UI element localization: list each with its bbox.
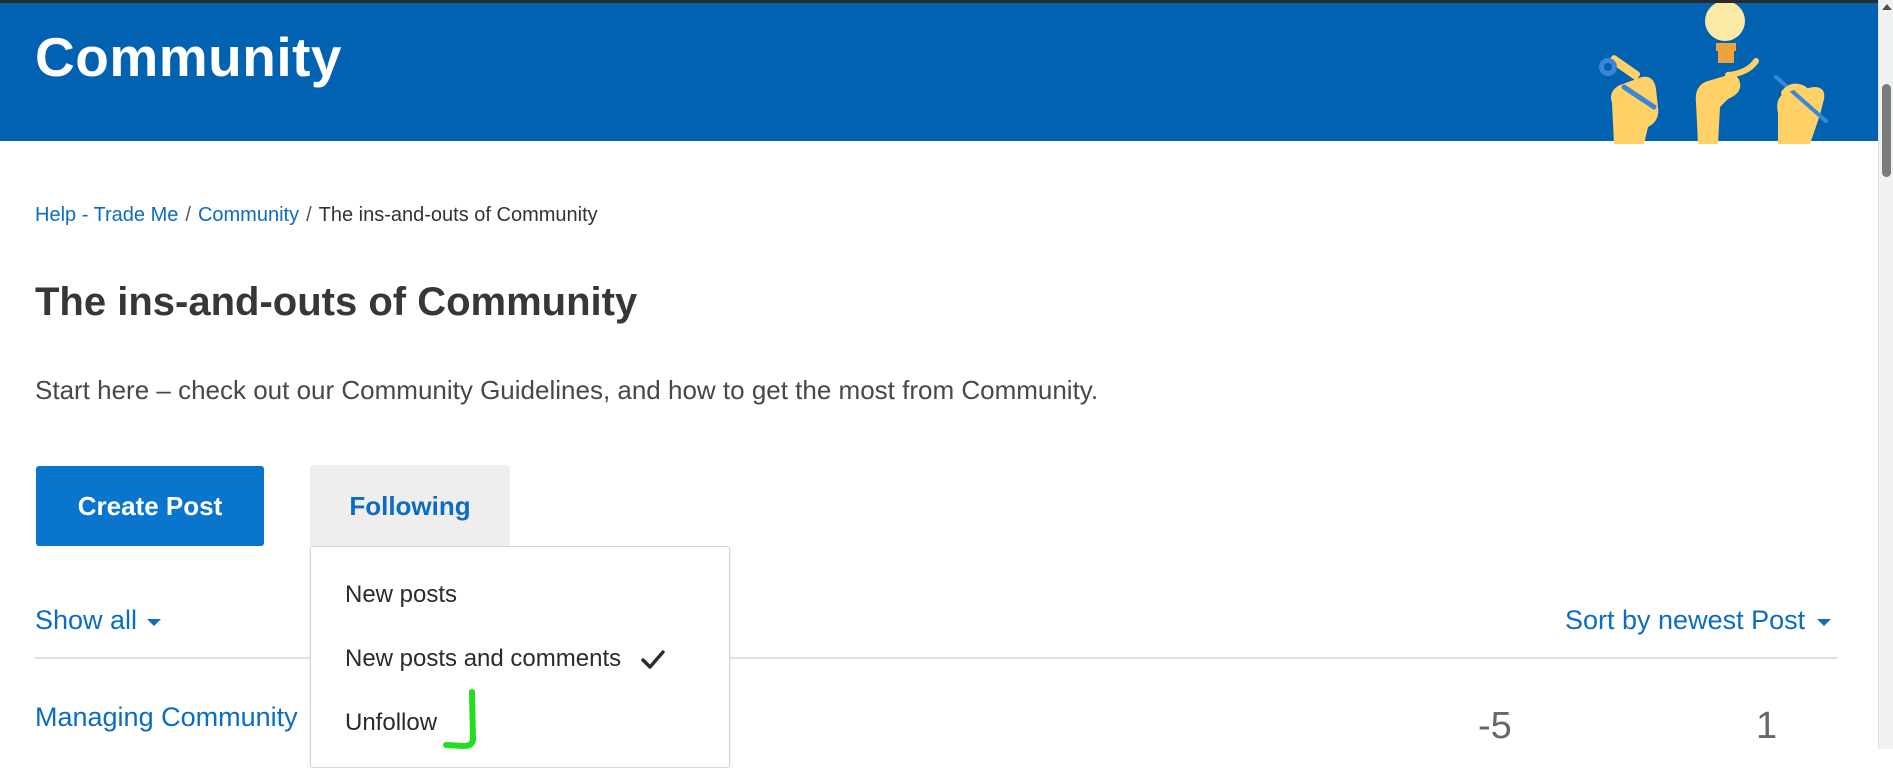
caret-down-icon [1817,618,1832,626]
post-score: -5 [1478,705,1512,747]
sort-dropdown[interactable]: Sort by newest Post [1565,605,1832,636]
menu-item-new-posts-and-comments[interactable]: New posts and comments [345,645,621,673]
breadcrumb-separator: / [185,204,191,226]
breadcrumb-separator: / [306,204,312,226]
sort-label: Sort by newest Post [1565,605,1806,635]
caret-down-icon [147,618,162,626]
post-title-link[interactable]: Managing Community [35,702,298,733]
following-button[interactable]: Following [310,465,510,547]
page-title: The ins-and-outs of Community [35,280,638,324]
show-all-filter[interactable]: Show all [35,605,162,636]
divider [35,657,1838,659]
breadcrumb: Help - Trade Me / Community / The ins-and-ou… [35,204,598,227]
header-title: Community [35,26,342,88]
show-all-label: Show all [35,605,138,635]
green-annotation-mark [443,689,476,749]
menu-item-unfollow[interactable]: Unfollow [345,709,437,737]
scrollbar-thumb[interactable] [1882,84,1891,177]
breadcrumb-link-help[interactable]: Help - Trade Me [35,204,178,226]
community-header: Community [0,3,1878,144]
following-menu: New posts New posts and comments Unfollo… [310,546,730,768]
create-post-button[interactable]: Create Post [36,466,264,546]
breadcrumb-link-community[interactable]: Community [198,204,299,226]
hands-with-tools-and-lightbulb-illustration [1599,3,1828,144]
post-reply-count: 1 [1756,705,1778,747]
scroll-up-arrow-icon[interactable] [1882,4,1892,10]
breadcrumb-current: The ins-and-outs of Community [318,204,598,226]
page-description: Start here – check out our Community Gui… [35,375,1099,405]
menu-item-new-posts[interactable]: New posts [345,581,457,609]
vertical-scrollbar[interactable] [1878,0,1893,749]
checkmark-icon [641,650,665,669]
